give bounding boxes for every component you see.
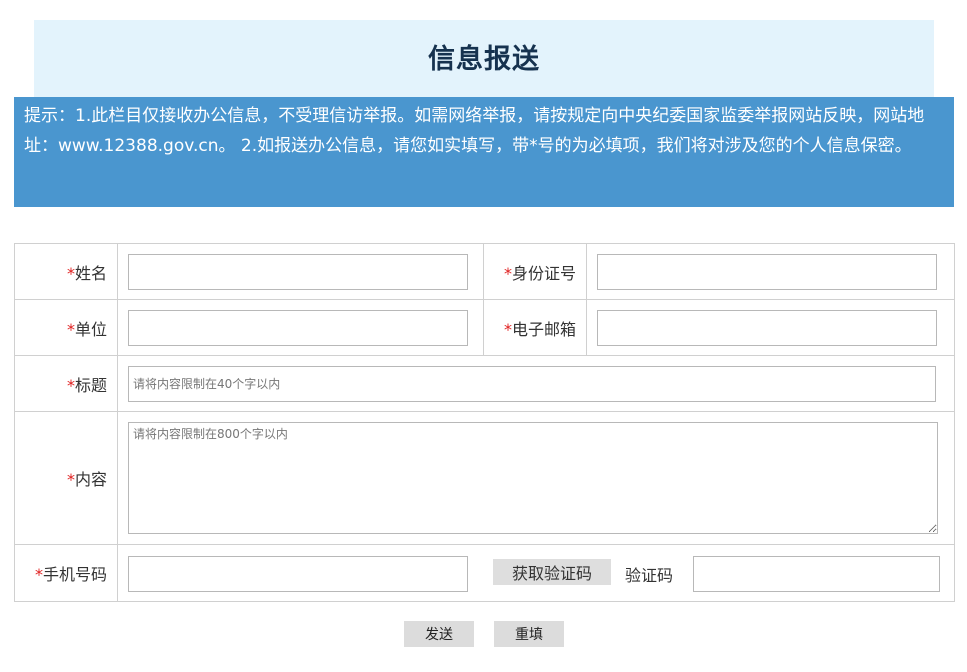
title-bar: 信息报送 (34, 20, 934, 100)
phone-label: *手机号码 (14, 544, 118, 602)
id-label: *身份证号 (483, 243, 587, 300)
unit-label: *单位 (14, 299, 118, 356)
email-input[interactable] (597, 309, 937, 346)
subject-label: *标题 (14, 355, 118, 412)
page-title: 信息报送 (428, 44, 540, 75)
report-form: *姓名 *身份证号 *单位 *电子邮箱 *标题 *内容 *手机号码 获取验证码 … (14, 243, 955, 602)
required-mark: * (503, 319, 512, 339)
required-mark: * (503, 263, 512, 283)
reset-button[interactable]: 重填 (494, 621, 564, 647)
required-mark: * (66, 319, 75, 339)
required-mark: * (66, 470, 75, 489)
required-mark: * (66, 263, 75, 283)
required-mark: * (34, 565, 43, 584)
get-code-button[interactable]: 获取验证码 (493, 559, 611, 585)
name-input[interactable] (128, 253, 468, 290)
content-textarea[interactable] (128, 422, 938, 534)
form-actions: 发送 重填 (0, 621, 967, 647)
phone-row: 获取验证码 验证码 (117, 544, 955, 602)
id-number-input[interactable] (597, 253, 937, 290)
content-label: *内容 (14, 411, 118, 545)
notice-banner: 提示：1.此栏目仅接收办公信息，不受理信访举报。如需网络举报，请按规定向中央纪委… (14, 97, 954, 207)
verification-code-input[interactable] (693, 556, 940, 592)
unit-input[interactable] (128, 309, 468, 346)
verification-code-label: 验证码 (625, 566, 674, 585)
required-mark: * (66, 375, 75, 395)
phone-input[interactable] (128, 556, 468, 592)
name-label: *姓名 (14, 243, 118, 300)
subject-input[interactable] (128, 365, 936, 402)
email-label: *电子邮箱 (483, 299, 587, 356)
send-button[interactable]: 发送 (404, 621, 474, 647)
